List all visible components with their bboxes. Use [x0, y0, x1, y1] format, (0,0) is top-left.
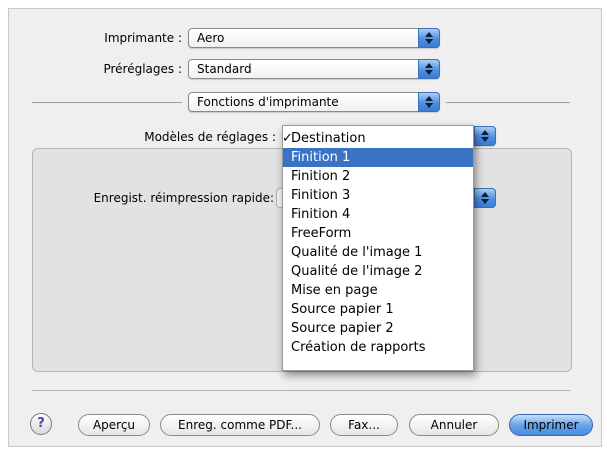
- popup-arrows-icon: [418, 28, 440, 48]
- popup-arrows-icon: [418, 59, 440, 79]
- settings-models-label: Modèles de réglages :: [144, 130, 276, 144]
- presets-popup[interactable]: Standard: [188, 59, 440, 79]
- menu-item[interactable]: Finition 4: [283, 205, 473, 224]
- panel-selector-popup[interactable]: Fonctions d'imprimante: [188, 92, 440, 112]
- menu-item[interactable]: Finition 2: [283, 167, 473, 186]
- save-as-pdf-button[interactable]: Enreg. comme PDF...: [160, 414, 320, 436]
- menu-item[interactable]: Création de rapports: [283, 338, 473, 357]
- menu-item[interactable]: ✓ Destination: [282, 129, 473, 148]
- cancel-button[interactable]: Annuler: [409, 414, 499, 436]
- print-button[interactable]: Imprimer: [509, 414, 593, 436]
- printer-value: Aero: [197, 31, 225, 45]
- settings-models-menu[interactable]: ✓ Destination Finition 1 Finition 2 Fini…: [282, 125, 474, 371]
- separator-left: [32, 102, 182, 103]
- panel-selector-value: Fonctions d'imprimante: [197, 95, 339, 109]
- presets-label: Préréglages :: [103, 62, 182, 76]
- help-button[interactable]: ?: [30, 413, 52, 435]
- menu-item[interactable]: FreeForm: [283, 224, 473, 243]
- menu-item[interactable]: Source papier 1: [283, 300, 473, 319]
- menu-item[interactable]: Mise en page: [283, 281, 473, 300]
- menu-item[interactable]: Qualité de l'image 2: [283, 262, 473, 281]
- menu-item[interactable]: Finition 3: [283, 186, 473, 205]
- quick-reprint-label: Enregist. réimpression rapide:: [93, 191, 274, 205]
- popup-arrows-icon: [474, 126, 496, 146]
- menu-item[interactable]: Finition 1: [283, 148, 473, 167]
- separator-right: [446, 102, 570, 103]
- bottom-separator: [32, 390, 570, 391]
- popup-arrows-icon: [474, 188, 496, 208]
- fax-button[interactable]: Fax...: [330, 414, 398, 436]
- printer-label: Imprimante :: [104, 31, 182, 45]
- presets-value: Standard: [197, 62, 252, 76]
- menu-item[interactable]: Qualité de l'image 1: [283, 243, 473, 262]
- popup-arrows-icon: [418, 92, 440, 112]
- printer-popup[interactable]: Aero: [188, 28, 440, 48]
- preview-button[interactable]: Aperçu: [78, 414, 150, 436]
- menu-item[interactable]: Source papier 2: [283, 319, 473, 338]
